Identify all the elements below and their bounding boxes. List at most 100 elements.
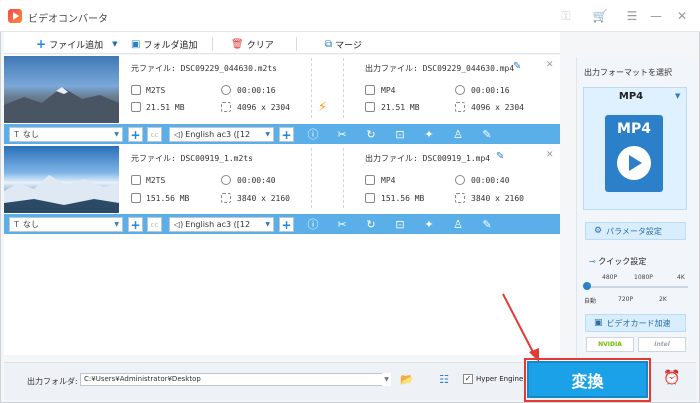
plus-icon: + (36, 37, 47, 51)
add-folder-button[interactable]: ▣ フォルダ追加 (131, 36, 197, 52)
clear-label: クリア (246, 40, 274, 51)
divider (311, 148, 312, 208)
watermark-icon[interactable]: ♙ (451, 128, 465, 142)
chevron-down-icon: ▼ (265, 221, 270, 228)
merge-icon: ⧉ (325, 38, 333, 50)
source-file-label: 元ファイル: DSC09229_044630.m2ts (131, 64, 277, 73)
subtitle-edit-icon[interactable]: ✎ (480, 218, 494, 232)
quality-label: 720P (618, 296, 634, 303)
parameter-settings-button[interactable]: ⚙ パラメータ設定 (585, 222, 686, 240)
cut-icon[interactable]: ✂ (335, 128, 349, 142)
text-icon: T (14, 130, 19, 139)
output-folder-input[interactable]: C:¥Users¥Administrator¥Desktop (80, 373, 390, 386)
clock-icon (221, 175, 231, 185)
mountain-image (4, 87, 119, 123)
watermark-icon[interactable]: ♙ (451, 218, 465, 232)
quality-label: 480P (602, 274, 618, 281)
effects-icon[interactable]: ✦ (422, 218, 436, 232)
toolbar-divider (296, 37, 297, 51)
audio-select[interactable]: ◁) English ac3 ([12 ▼ (169, 127, 274, 142)
output-folder-label: 出力フォルダ: (27, 377, 78, 386)
open-folder-icon[interactable]: 📂 (400, 373, 414, 386)
crop-icon[interactable]: ⊡ (393, 128, 407, 142)
close-icon[interactable]: ✕ (674, 8, 690, 24)
intel-badge[interactable]: Intel (638, 337, 686, 352)
rotate-icon[interactable]: ↻ (364, 218, 378, 232)
cut-icon[interactable]: ✂ (335, 218, 349, 232)
info-icon[interactable]: ⓘ (306, 128, 320, 142)
video-thumbnail[interactable] (4, 56, 119, 123)
source-size: 151.56 MB (146, 194, 190, 203)
output-size: 151.56 MB (381, 194, 425, 203)
source-resolution: 3840 x 2160 (237, 194, 290, 203)
edit-icon[interactable]: ✎ (496, 151, 504, 162)
subtitle-select[interactable]: T なし ▼ (9, 127, 123, 142)
effects-icon[interactable]: ✦ (422, 128, 436, 142)
quality-slider-handle[interactable] (583, 282, 591, 290)
text-icon: T (14, 220, 19, 229)
play-icon (617, 146, 651, 180)
crop-icon[interactable]: ⊡ (393, 218, 407, 232)
subtitle-edit-icon[interactable]: ✎ (480, 128, 494, 142)
add-file-button[interactable]: + ファイル追加 ▼ (36, 36, 117, 52)
output-size: 21.51 MB (381, 103, 420, 112)
info-icon[interactable]: ⓘ (306, 218, 320, 232)
quick-settings-label: ⊸ クイック設定 (589, 257, 647, 266)
slider-icon: ⊸ (589, 257, 596, 266)
hyper-engine-label: Hyper Engine (476, 375, 524, 383)
file-size-icon (131, 193, 141, 203)
divider (311, 58, 312, 118)
resolution-icon (455, 193, 465, 203)
speaker-icon: ◁) (174, 130, 184, 139)
folder-icon: ▣ (131, 38, 141, 50)
add-audio-button[interactable]: + (279, 217, 294, 232)
cart-icon[interactable]: 🛒 (592, 8, 608, 24)
file-list-icon[interactable]: ☷ (437, 373, 451, 386)
cc-icon[interactable]: cc (147, 127, 162, 142)
alarm-clock-icon[interactable]: ⏰ (663, 370, 680, 386)
speaker-icon: ◁) (174, 220, 184, 229)
add-subtitle-button[interactable]: + (128, 217, 143, 232)
video-thumbnail[interactable] (4, 146, 119, 213)
resolution-icon (221, 193, 231, 203)
audio-select[interactable]: ◁) English ac3 ([12 ▼ (169, 217, 274, 232)
remove-item-icon[interactable]: ✕ (546, 150, 554, 160)
output-file-label: 出力ファイル: DSC00919_1.mp4 (365, 154, 491, 163)
chip-icon: ▣ (594, 318, 603, 328)
cc-icon[interactable]: cc (147, 217, 162, 232)
quality-label: 2K (659, 296, 667, 303)
merge-button[interactable]: ⧉ マージ (325, 36, 362, 52)
output-file-label: 出力ファイル: DSC09229_044630.mp4 (365, 64, 515, 73)
file-size-icon (365, 193, 375, 203)
key-icon[interactable]: ⚿ (558, 8, 574, 24)
hyper-engine-checkbox[interactable]: ✓ (463, 374, 473, 384)
format-icon (131, 175, 141, 185)
window-title: ビデオコンバータ (28, 14, 108, 25)
rotate-icon[interactable]: ↻ (364, 128, 378, 142)
source-format: M2TS (146, 86, 166, 95)
menu-icon[interactable]: ☰ (624, 8, 640, 24)
nvidia-badge[interactable]: NVIDIA (586, 337, 634, 352)
source-format: M2TS (146, 176, 166, 185)
add-folder-label: フォルダ追加 (143, 40, 198, 51)
remove-item-icon[interactable]: ✕ (546, 60, 554, 70)
subtitle-select[interactable]: T なし ▼ (9, 217, 123, 232)
add-subtitle-button[interactable]: + (128, 127, 143, 142)
add-audio-button[interactable]: + (279, 127, 294, 142)
chevron-down-icon[interactable]: ▼ (382, 373, 391, 386)
clear-button[interactable]: 🗑 クリア (231, 36, 274, 52)
output-resolution: 3840 x 2160 (471, 194, 524, 203)
quality-label: 4K (677, 274, 685, 281)
source-duration: 00:00:40 (237, 176, 276, 185)
quality-label: 1080P (634, 274, 653, 281)
output-resolution: 4096 x 2304 (471, 103, 524, 112)
chevron-down-icon[interactable]: ▼ (112, 40, 117, 48)
quality-slider[interactable] (586, 286, 688, 288)
minimize-icon[interactable]: — (648, 8, 664, 24)
gpu-acceleration-button[interactable]: ▣ ビデオカード加速 (585, 314, 686, 332)
dropdown-triangle-icon[interactable]: ▼ (675, 92, 680, 100)
file-size-icon (131, 102, 141, 112)
edit-icon[interactable]: ✎ (513, 61, 521, 72)
resolution-icon (221, 102, 231, 112)
format-icon (365, 85, 375, 95)
